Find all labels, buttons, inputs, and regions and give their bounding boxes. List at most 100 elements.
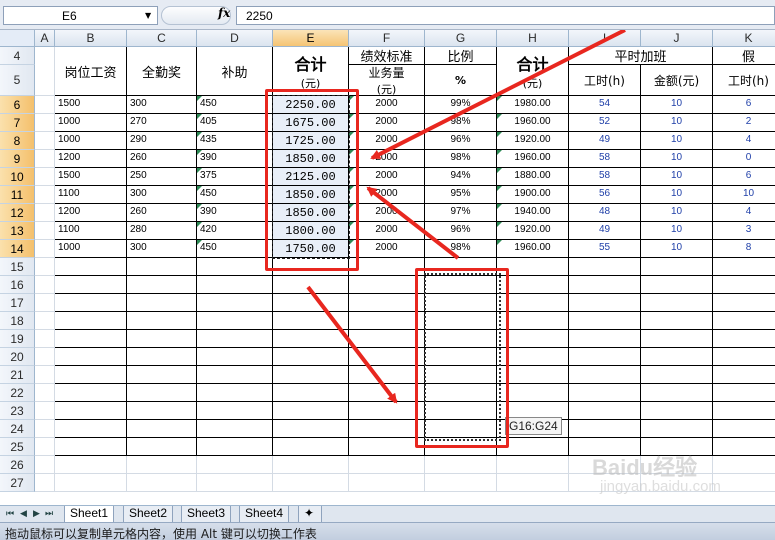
empty-cell[interactable] <box>273 330 349 348</box>
cell-c14[interactable]: 300 <box>127 240 197 258</box>
empty-cell[interactable] <box>55 258 127 276</box>
cell-h9[interactable]: 1960.00 <box>497 150 569 168</box>
column-header-k[interactable]: K <box>713 30 775 47</box>
empty-cell[interactable] <box>35 312 55 330</box>
empty-cell[interactable] <box>641 420 713 438</box>
row-header-7[interactable]: 7 <box>0 114 35 132</box>
empty-cell[interactable] <box>713 312 775 330</box>
worksheet-grid[interactable]: ABCDEFGHIJK 4 5 6 7 8 9 10 11 12 13 14 15 16 17 18 19 20… <box>0 30 775 505</box>
empty-cell[interactable] <box>35 402 55 420</box>
empty-cell[interactable] <box>569 420 641 438</box>
cell-i10[interactable]: 58 <box>569 168 641 186</box>
cell-i6[interactable]: 54 <box>569 96 641 114</box>
empty-cell[interactable] <box>273 402 349 420</box>
last-sheet-icon[interactable]: ⏭ <box>45 509 53 519</box>
empty-cell[interactable] <box>35 258 55 276</box>
empty-cell[interactable] <box>349 312 425 330</box>
empty-cell[interactable] <box>425 402 497 420</box>
row-header-15[interactable]: 15 <box>0 258 35 276</box>
empty-cell[interactable] <box>197 348 273 366</box>
empty-cell[interactable] <box>35 276 55 294</box>
empty-cell[interactable] <box>641 276 713 294</box>
empty-cell[interactable] <box>127 474 197 492</box>
empty-cell[interactable] <box>497 456 569 474</box>
cell-g13[interactable]: 96% <box>425 222 497 240</box>
empty-cell[interactable] <box>425 276 497 294</box>
empty-cell[interactable] <box>425 420 497 438</box>
empty-cell[interactable] <box>497 294 569 312</box>
empty-cell[interactable] <box>197 330 273 348</box>
empty-cell[interactable] <box>55 366 127 384</box>
empty-cell[interactable] <box>713 420 775 438</box>
empty-cell[interactable] <box>569 366 641 384</box>
cell-e13[interactable]: 1800.00 <box>273 222 349 240</box>
empty-cell[interactable] <box>35 366 55 384</box>
empty-cell[interactable] <box>197 276 273 294</box>
empty-cell[interactable] <box>641 402 713 420</box>
empty-cell[interactable] <box>197 474 273 492</box>
cell-c8[interactable]: 290 <box>127 132 197 150</box>
cell-k12[interactable]: 4 <box>713 204 775 222</box>
cell-i11[interactable]: 56 <box>569 186 641 204</box>
column-header-h[interactable]: H <box>497 30 569 47</box>
empty-cell[interactable] <box>641 330 713 348</box>
tab-sheet4[interactable]: Sheet4 <box>239 506 290 523</box>
row-header-17[interactable]: 17 <box>0 294 35 312</box>
cell-c7[interactable]: 270 <box>127 114 197 132</box>
empty-cell[interactable] <box>127 312 197 330</box>
cell-j13[interactable]: 10 <box>641 222 713 240</box>
empty-cell[interactable] <box>713 294 775 312</box>
empty-cell[interactable] <box>569 330 641 348</box>
cell-f13[interactable]: 2000 <box>349 222 425 240</box>
empty-cell[interactable] <box>197 402 273 420</box>
cell-a[interactable] <box>35 114 55 132</box>
empty-cell[interactable] <box>425 258 497 276</box>
tab-sheet3[interactable]: Sheet3 <box>181 506 232 523</box>
empty-cell[interactable] <box>641 258 713 276</box>
empty-cell[interactable] <box>197 456 273 474</box>
cell-b8[interactable]: 1000 <box>55 132 127 150</box>
empty-cell[interactable] <box>425 384 497 402</box>
empty-cell[interactable] <box>197 384 273 402</box>
column-header-b[interactable]: B <box>55 30 127 47</box>
empty-cell[interactable] <box>497 258 569 276</box>
empty-cell[interactable] <box>35 348 55 366</box>
cell-f12[interactable]: 2000 <box>349 204 425 222</box>
cell-a[interactable] <box>35 96 55 114</box>
cell-c12[interactable]: 260 <box>127 204 197 222</box>
empty-cell[interactable] <box>713 474 775 492</box>
empty-cell[interactable] <box>197 312 273 330</box>
empty-cell[interactable] <box>55 312 127 330</box>
cell-g11[interactable]: 95% <box>425 186 497 204</box>
empty-cell[interactable] <box>425 438 497 456</box>
cell-k11[interactable]: 10 <box>713 186 775 204</box>
empty-cell[interactable] <box>569 294 641 312</box>
row-header-14[interactable]: 14 <box>0 240 35 258</box>
cell-g9[interactable]: 98% <box>425 150 497 168</box>
cell-b7[interactable]: 1000 <box>55 114 127 132</box>
row-header-16[interactable]: 16 <box>0 276 35 294</box>
cell-h13[interactable]: 1920.00 <box>497 222 569 240</box>
cell-c10[interactable]: 250 <box>127 168 197 186</box>
cell-c13[interactable]: 280 <box>127 222 197 240</box>
column-header-f[interactable]: F <box>349 30 425 47</box>
empty-cell[interactable] <box>349 456 425 474</box>
empty-cell[interactable] <box>497 330 569 348</box>
cell-b12[interactable]: 1200 <box>55 204 127 222</box>
empty-cell[interactable] <box>425 456 497 474</box>
cell-j14[interactable]: 10 <box>641 240 713 258</box>
cell-e6[interactable]: 2250.00 <box>273 96 349 114</box>
empty-cell[interactable] <box>35 330 55 348</box>
cell-a[interactable] <box>35 150 55 168</box>
row-header-22[interactable]: 22 <box>0 384 35 402</box>
cell-a[interactable] <box>35 240 55 258</box>
empty-cell[interactable] <box>349 402 425 420</box>
cell-i12[interactable]: 48 <box>569 204 641 222</box>
empty-cell[interactable] <box>425 294 497 312</box>
cell-d11[interactable]: 450 <box>197 186 273 204</box>
row-header-19[interactable]: 19 <box>0 330 35 348</box>
empty-cell[interactable] <box>497 312 569 330</box>
cell-j8[interactable]: 10 <box>641 132 713 150</box>
empty-cell[interactable] <box>55 474 127 492</box>
empty-cell[interactable] <box>127 456 197 474</box>
